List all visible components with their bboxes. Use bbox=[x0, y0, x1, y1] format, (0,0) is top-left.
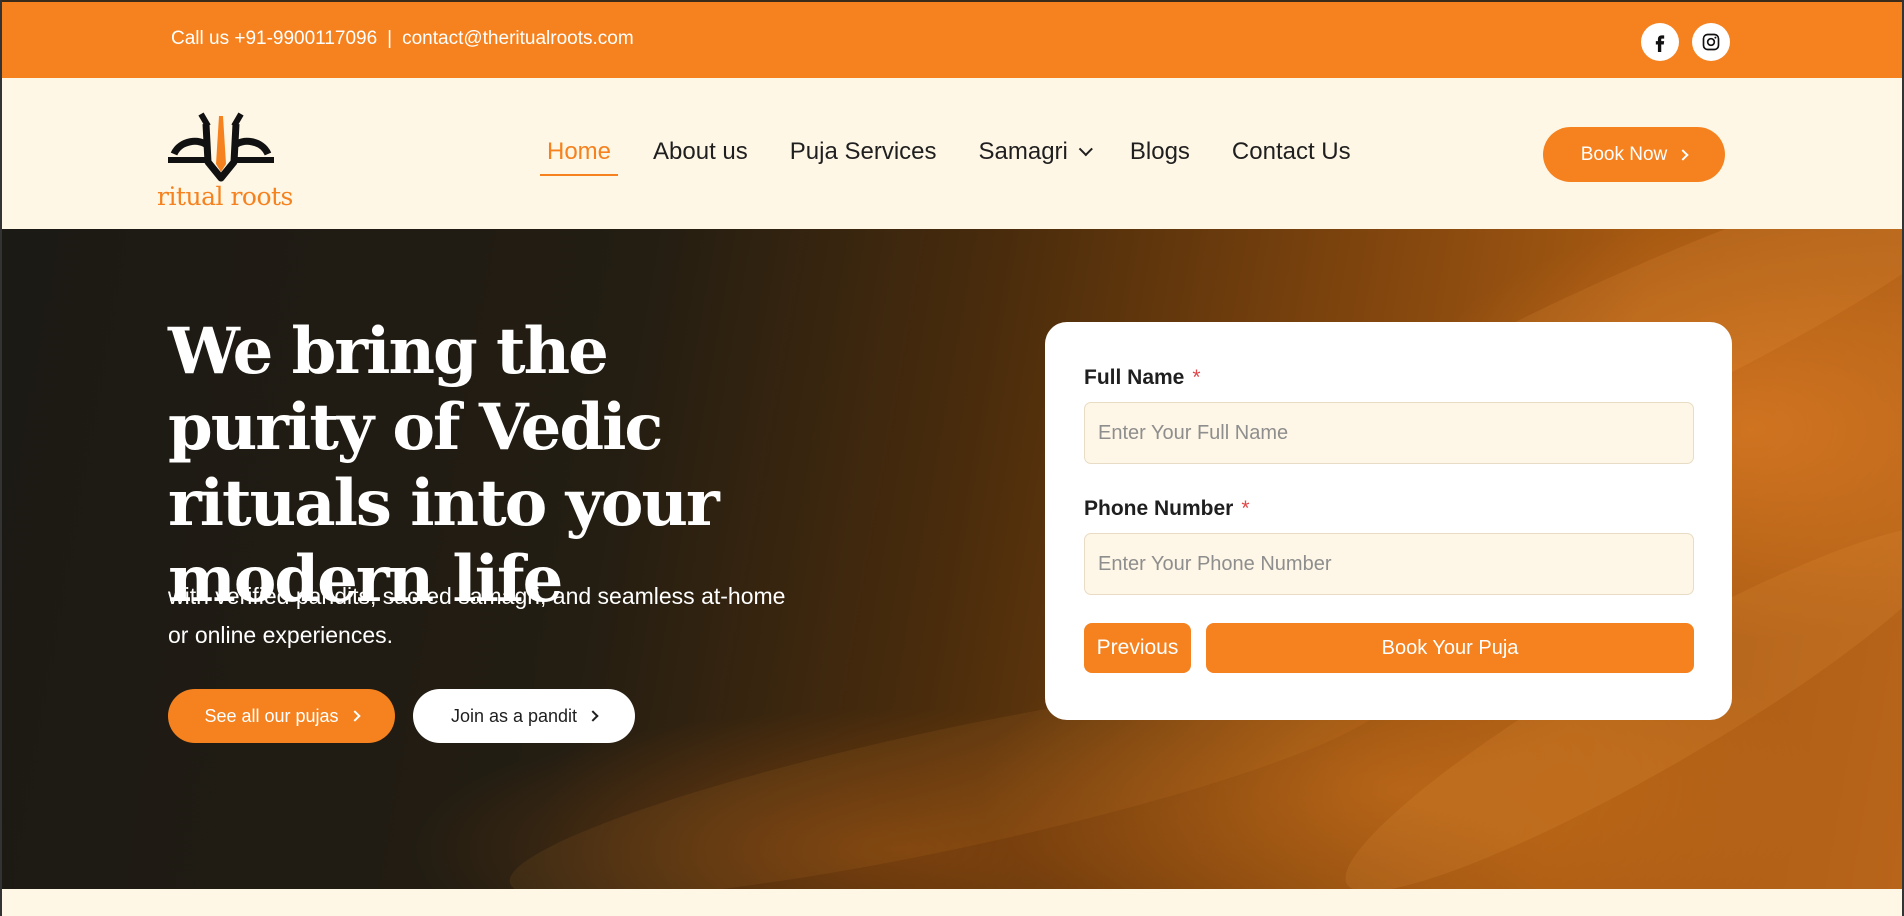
hero-headline: We bring the purity of Vedic rituals int… bbox=[168, 314, 720, 617]
nav-item-contact[interactable]: Contact Us bbox=[1225, 138, 1358, 176]
book-your-puja-button[interactable]: Book Your Puja bbox=[1206, 623, 1694, 673]
chevron-down-icon bbox=[1078, 142, 1093, 157]
nav-item-label: Puja Services bbox=[789, 138, 937, 165]
join-as-pandit-button[interactable]: Join as a pandit bbox=[413, 689, 635, 743]
nav-item-label: Contact Us bbox=[1231, 138, 1351, 165]
facebook-icon[interactable] bbox=[1641, 23, 1679, 61]
book-now-label: Book Now bbox=[1580, 143, 1668, 165]
see-all-pujas-button[interactable]: See all our pujas bbox=[168, 689, 395, 743]
nav-item-home[interactable]: Home bbox=[540, 138, 619, 176]
phone-number-label-text: Phone Number bbox=[1084, 497, 1234, 520]
nav-item-label: About us bbox=[653, 138, 748, 165]
nav-item-samagri[interactable]: Samagri bbox=[972, 138, 1095, 176]
contact-separator: | bbox=[387, 28, 393, 49]
full-name-label: Full Name * bbox=[1084, 366, 1201, 390]
bottom-strip bbox=[0, 889, 1904, 916]
chevron-right-icon bbox=[587, 710, 599, 722]
window-border bbox=[0, 0, 2, 916]
nav-item-label: Samagri bbox=[978, 138, 1068, 165]
instagram-icon[interactable] bbox=[1692, 23, 1730, 61]
required-marker: * bbox=[1192, 366, 1201, 389]
join-as-pandit-label: Join as a pandit bbox=[450, 705, 578, 726]
top-bar: Call us +91-9900117096 | contact@theritual… bbox=[0, 0, 1904, 78]
phone-number-input[interactable] bbox=[1084, 533, 1694, 595]
logo-text[interactable]: ritual roots bbox=[157, 182, 293, 211]
contact-info: Call us +91-9900117096 | contact@theritual… bbox=[171, 28, 634, 50]
booking-form-card: Full Name * Phone Number * Previous Book Y… bbox=[1045, 322, 1732, 720]
chevron-right-icon bbox=[1677, 148, 1689, 161]
phone-number-label: Phone Number * bbox=[1084, 497, 1250, 521]
required-marker: * bbox=[1241, 497, 1250, 520]
hero-subtext: with verified pandits, sacred samagri, a… bbox=[168, 583, 786, 648]
nav-item-label: Blogs bbox=[1129, 138, 1190, 165]
phone-text[interactable]: Call us +91-9900117096 bbox=[171, 28, 377, 49]
nav-item-label: Home bbox=[547, 138, 612, 165]
previous-button[interactable]: Previous bbox=[1084, 623, 1191, 673]
main-nav: Home About us Puja Services Samagri Blog… bbox=[540, 138, 1386, 176]
email-text[interactable]: contact@theritualroots.com bbox=[402, 28, 634, 49]
book-now-button[interactable]: Book Now bbox=[1543, 127, 1725, 182]
full-name-label-text: Full Name bbox=[1084, 366, 1185, 389]
nav-item-about[interactable]: About us bbox=[646, 138, 755, 176]
nav-item-puja-services[interactable]: Puja Services bbox=[783, 138, 944, 176]
chevron-right-icon bbox=[348, 710, 361, 722]
site-header: ritual roots Home About us Puja Services… bbox=[0, 78, 1904, 229]
hero-section: We bring the purity of Vedic rituals int… bbox=[0, 229, 1904, 889]
nav-item-blogs[interactable]: Blogs bbox=[1123, 138, 1197, 176]
full-name-input[interactable] bbox=[1084, 402, 1694, 464]
see-all-pujas-label: See all our pujas bbox=[204, 705, 339, 726]
